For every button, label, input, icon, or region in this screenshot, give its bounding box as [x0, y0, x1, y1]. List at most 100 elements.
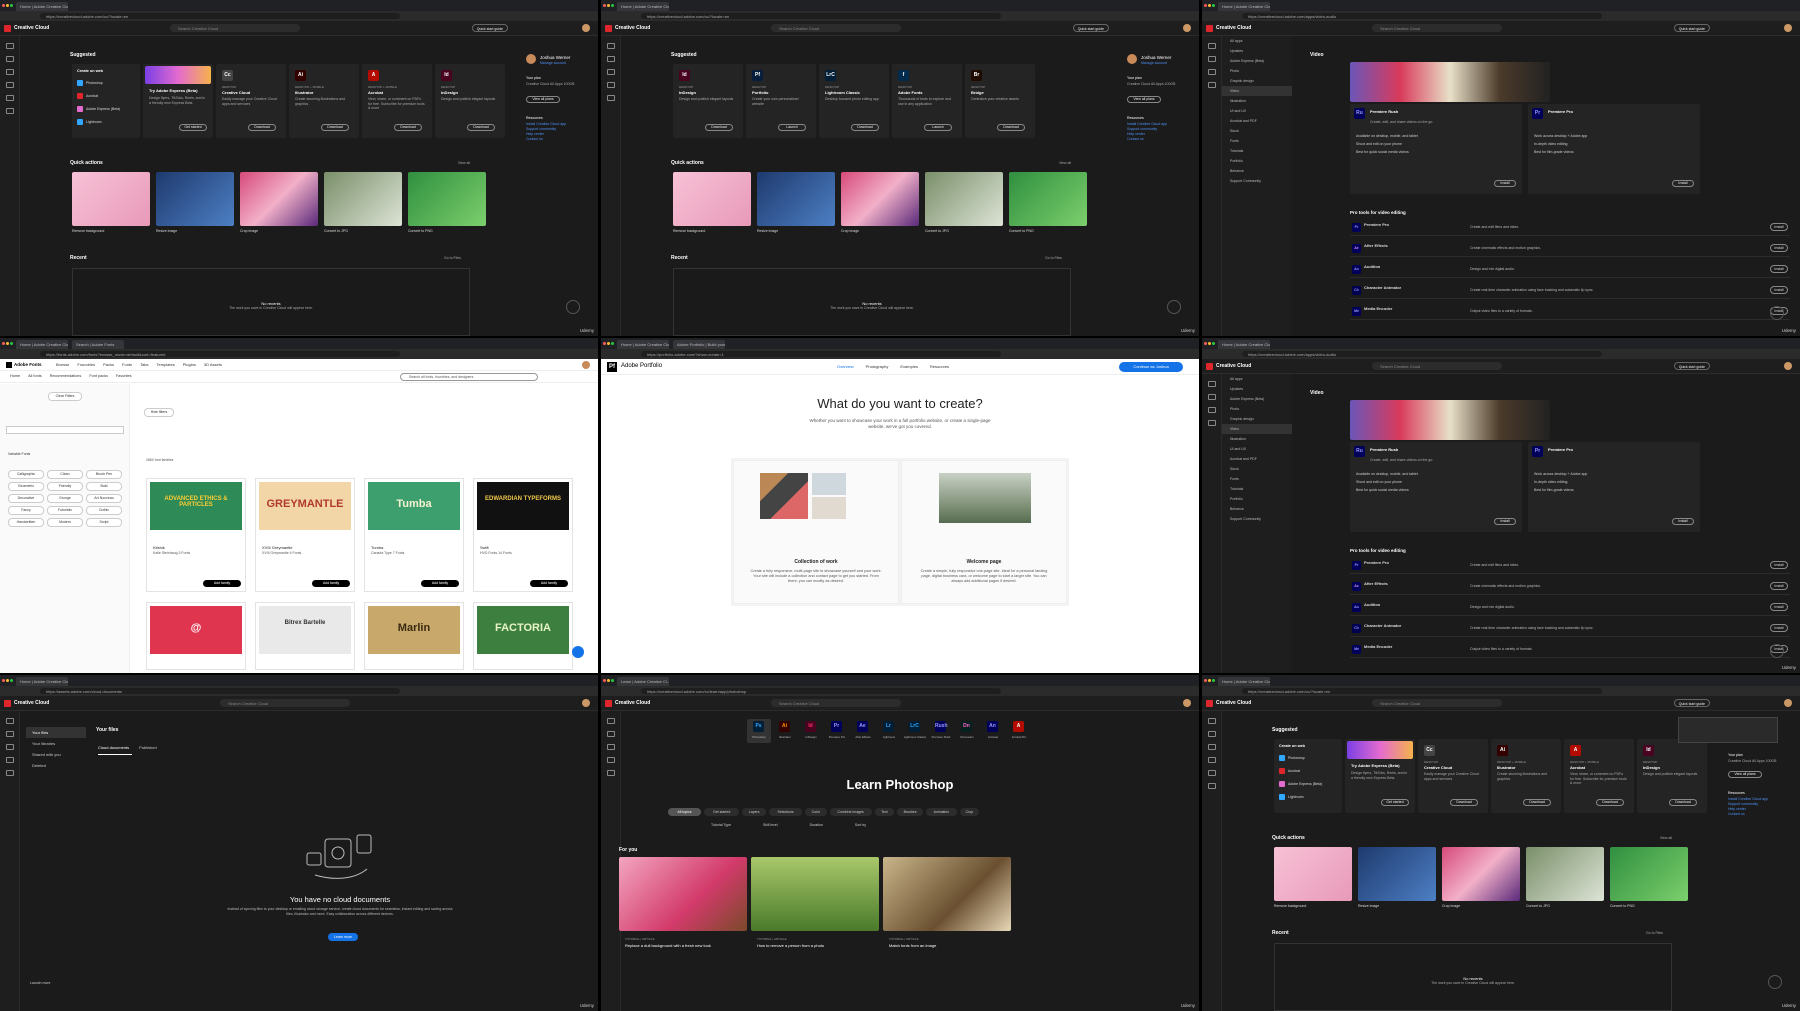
- quick-action-label[interactable]: Resize image: [156, 229, 177, 233]
- hide-filters-button[interactable]: Hide filters: [144, 408, 174, 417]
- browser-tab[interactable]: Home | Adobe Creative Cloud: [16, 2, 68, 11]
- quick-action-label[interactable]: Convert to PNG: [1610, 904, 1635, 908]
- quick-start-button[interactable]: Quick start guide: [471, 24, 508, 32]
- tutorial-title[interactable]: Match fonts from an image: [889, 943, 1005, 948]
- url-field[interactable]: https://creativecloud.adobe.com/apps/vid…: [1242, 351, 1602, 357]
- portfolio-nav-item[interactable]: Examples: [900, 364, 918, 369]
- files-icon[interactable]: [1207, 69, 1216, 75]
- topic-chip[interactable]: Crop: [959, 808, 979, 816]
- variable-fonts-toggle[interactable]: Variable Fonts: [8, 452, 30, 456]
- font-tag[interactable]: Clean: [47, 470, 83, 479]
- portfolio-nav-item[interactable]: Photography: [866, 364, 889, 369]
- app-row-install-button[interactable]: Install: [1770, 624, 1788, 632]
- home-icon[interactable]: [606, 718, 615, 724]
- font-card[interactable]: ADVANCED ETHICS & PARTICLES Kitshik Kalle …: [146, 478, 246, 592]
- quick-start-button[interactable]: Quick start guide: [1673, 24, 1710, 32]
- topic-chip[interactable]: Text: [874, 808, 894, 816]
- quick-action-label[interactable]: Resize image: [757, 229, 778, 233]
- sidebar-item[interactable]: Fonts: [1222, 136, 1292, 146]
- topic-chip[interactable]: Selections: [769, 808, 803, 816]
- quick-action-thumbnail[interactable]: [757, 172, 835, 226]
- topic-chip[interactable]: Animation: [926, 808, 957, 816]
- quick-action-thumbnail[interactable]: [841, 172, 919, 226]
- avatar[interactable]: [582, 699, 590, 707]
- app-action-button[interactable]: Download: [1669, 799, 1697, 806]
- sidebar-item[interactable]: Adobe Express (Beta): [1222, 394, 1292, 404]
- quick-action-label[interactable]: Resize image: [1358, 904, 1379, 908]
- quick-action-thumbnail[interactable]: [1526, 847, 1604, 901]
- sidebar-item[interactable]: Video: [1222, 86, 1292, 96]
- sidebar-item[interactable]: Behance: [1222, 504, 1292, 514]
- web-app-item[interactable]: Acrobat: [77, 91, 135, 104]
- avatar[interactable]: [1183, 24, 1191, 32]
- font-tag[interactable]: Grunge: [47, 494, 83, 503]
- web-app-item[interactable]: Photoshop: [77, 78, 135, 91]
- user-avatar[interactable]: [526, 54, 536, 64]
- window-controls[interactable]: [1204, 3, 1216, 8]
- chat-icon[interactable]: [1167, 300, 1181, 314]
- app-row-install-button[interactable]: Install: [1770, 286, 1788, 294]
- home-icon[interactable]: [1207, 718, 1216, 724]
- get-started-button[interactable]: Get started: [1381, 799, 1409, 806]
- tutorial-thumbnail[interactable]: [619, 857, 747, 931]
- app-row-install-button[interactable]: Install: [1770, 603, 1788, 611]
- quick-action-thumbnail[interactable]: [156, 172, 234, 226]
- learn-app-tile[interactable]: LrC Lightroom Classic: [903, 719, 927, 743]
- fonts-nav-item[interactable]: Packs: [103, 362, 114, 367]
- home-icon[interactable]: [1207, 381, 1216, 387]
- topic-chip[interactable]: Layers: [742, 808, 767, 816]
- learn-icon[interactable]: [1207, 757, 1216, 763]
- manage-account-link[interactable]: Manage account: [1141, 61, 1167, 65]
- browser-tab[interactable]: Home | Adobe Creative Cloud: [1218, 340, 1270, 349]
- apps-icon[interactable]: [1207, 394, 1216, 400]
- chat-icon[interactable]: [1768, 975, 1782, 989]
- home-icon[interactable]: [5, 43, 14, 49]
- font-card[interactable]: Bitrex Bartelle: [255, 602, 355, 670]
- learn-filter[interactable]: Tutorial Type: [711, 823, 731, 827]
- files-icon[interactable]: [1207, 407, 1216, 413]
- fonts-nav-item[interactable]: 3D Assets: [204, 362, 222, 367]
- app-row-install-button[interactable]: Install: [1770, 582, 1788, 590]
- stock-icon[interactable]: [1207, 783, 1216, 789]
- topic-chip[interactable]: Brushes: [897, 808, 924, 816]
- url-field[interactable]: https://creativecloud.adobe.com/cc/?loca…: [1242, 688, 1602, 694]
- sidebar-item[interactable]: Photo: [1222, 66, 1292, 76]
- files-icon[interactable]: [5, 744, 14, 750]
- portfolio-nav-item[interactable]: Overview: [837, 364, 854, 369]
- sidebar-item[interactable]: Stock: [1222, 126, 1292, 136]
- web-app-item[interactable]: Lightroom: [77, 117, 135, 130]
- topic-chip[interactable]: Combine images: [829, 808, 872, 816]
- resource-link[interactable]: Contact us: [1728, 812, 1768, 817]
- browser-tab-active[interactable]: Adobe Portfolio | Build your: [673, 340, 725, 349]
- quick-action-thumbnail[interactable]: [324, 172, 402, 226]
- quick-action-label[interactable]: Convert to JPG: [1526, 904, 1550, 908]
- browser-tab-active[interactable]: Search | Adobe Fonts: [72, 340, 124, 349]
- sidebar-item[interactable]: Stock: [1222, 464, 1292, 474]
- window-controls[interactable]: [1204, 678, 1216, 683]
- font-card[interactable]: Marlin: [364, 602, 464, 670]
- browser-tab[interactable]: Home | Adobe Creative Cloud: [16, 677, 68, 686]
- resource-link[interactable]: Contact us: [526, 137, 566, 142]
- learn-icon[interactable]: [606, 757, 615, 763]
- learn-app-tile[interactable]: Lr Lightroom: [877, 719, 901, 743]
- home-icon[interactable]: [1207, 43, 1216, 49]
- sidebar-item[interactable]: Video: [1222, 424, 1292, 434]
- quick-action-label[interactable]: Remove background: [1274, 904, 1306, 908]
- sidebar-item[interactable]: All apps: [1222, 36, 1292, 46]
- fonts-nav-item[interactable]: Fonts: [122, 362, 132, 367]
- files-icon[interactable]: [606, 69, 615, 75]
- sidebar-item[interactable]: Behance: [1222, 166, 1292, 176]
- apps-icon[interactable]: [5, 56, 14, 62]
- font-tag[interactable]: Fancy: [8, 506, 44, 515]
- view-all-link[interactable]: View all: [1059, 161, 1071, 165]
- font-tag[interactable]: Gothic: [86, 506, 122, 515]
- view-plans-button[interactable]: View all plans: [1728, 771, 1762, 778]
- go-to-files-link[interactable]: Go to Files: [444, 256, 461, 260]
- sidebar-item[interactable]: Photo: [1222, 404, 1292, 414]
- learn-app-tile[interactable]: Ps Photoshop: [747, 719, 771, 743]
- launch-more-link[interactable]: Launch more: [30, 981, 50, 985]
- stock-icon[interactable]: [5, 108, 14, 114]
- topic-chip[interactable]: All topics: [668, 808, 701, 816]
- fonts-subnav-item[interactable]: All fonts: [28, 374, 42, 378]
- sidebar-item[interactable]: All apps: [1222, 374, 1292, 384]
